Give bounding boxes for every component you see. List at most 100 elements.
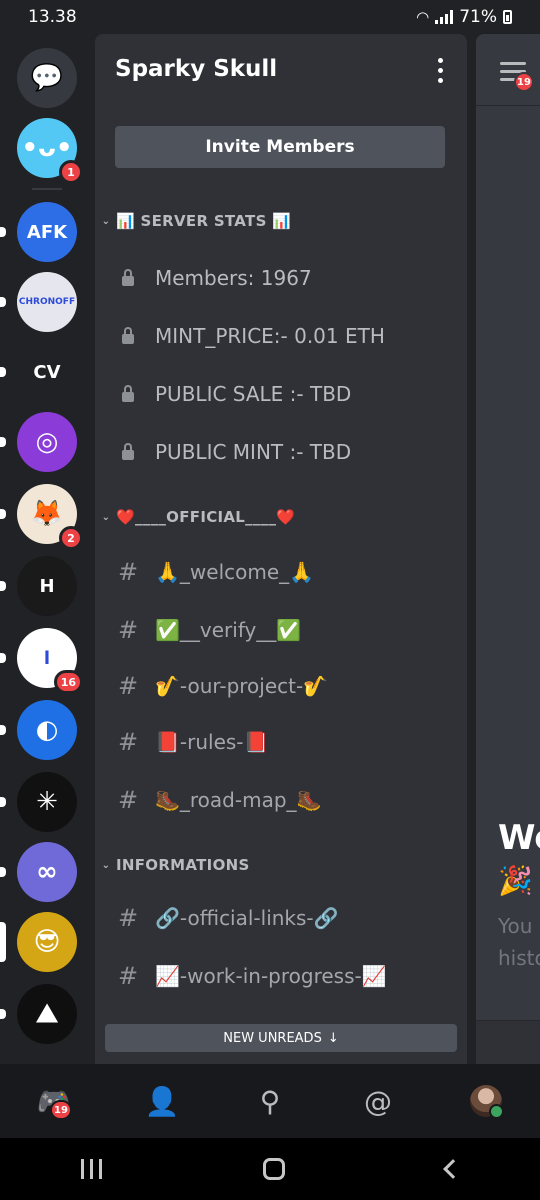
channel-label: 🙏_welcome_🙏	[155, 560, 315, 584]
bottom-tab-bar: 🎮 19 👤 ⚲ @	[0, 1064, 540, 1138]
server-icon-infinity[interactable]: ∞	[17, 842, 77, 902]
category-informations[interactable]: ⌄ INFORMATIONS	[100, 856, 250, 874]
status-bar: 13.38 ◠ 71%	[0, 0, 540, 34]
server-icon-glyph: 🦊	[30, 499, 64, 529]
tab-home[interactable]: 🎮 19	[24, 1076, 84, 1126]
unread-pip	[0, 725, 6, 735]
server-icon-chronoff[interactable]: CHRONOFF	[17, 272, 77, 332]
home-badge: 19	[50, 1100, 72, 1120]
server-icon-blue-ring[interactable]: ◐	[17, 700, 77, 760]
tab-friends[interactable]: 👤	[132, 1076, 192, 1126]
invite-members-button[interactable]: Invite Members	[115, 126, 445, 168]
server-icon-glyph: l	[43, 647, 51, 669]
search-icon: ⚲	[259, 1084, 281, 1118]
server-icon-globe[interactable]: ◎	[17, 412, 77, 472]
channel-official-links[interactable]: # 🔗-official-links-🔗	[115, 904, 339, 932]
lock-icon	[115, 443, 141, 460]
channel-label: MINT_PRICE:- 0.01 ETH	[155, 324, 385, 348]
server-icon-yellow-avatar[interactable]: 😎	[17, 912, 77, 972]
back-icon[interactable]	[442, 1159, 463, 1179]
server-icon-star-seal[interactable]: ✳	[17, 772, 77, 832]
channel-panel: Sparky Skull Invite Members ⌄ 📊 SERVER S…	[95, 34, 467, 1064]
server-menu-icon[interactable]	[438, 58, 443, 83]
lock-icon	[115, 385, 141, 402]
mention-badge: 16	[53, 670, 83, 694]
category-server-stats[interactable]: ⌄ 📊 SERVER STATS 📊	[100, 212, 291, 230]
tab-profile[interactable]	[456, 1076, 516, 1126]
category-official[interactable]: ⌄ ❤️____OFFICIAL____❤️	[100, 508, 295, 526]
channel-label: 📈-work-in-progress-📈	[155, 964, 387, 988]
signal-icon	[435, 10, 454, 24]
channel-label: 🔗-official-links-🔗	[155, 906, 339, 930]
battery-icon	[503, 10, 512, 24]
wifi-icon: ◠	[416, 8, 430, 26]
server-icon-glyph: H	[39, 575, 55, 597]
server-icon-direct-messages[interactable]: 💬	[17, 48, 77, 108]
channel-public-sale[interactable]: PUBLIC SALE :- TBD	[115, 382, 351, 406]
channel-our-project[interactable]: # 🎷-our-project-🎷	[115, 672, 328, 700]
lock-icon	[115, 327, 141, 344]
chevron-down-icon: ⌄	[101, 215, 111, 227]
server-icon-fox[interactable]: 🦊 2	[17, 484, 83, 550]
category-label: INFORMATIONS	[116, 856, 250, 874]
server-icon-glyph: 😎	[33, 927, 61, 957]
server-icon-glyph: •ᴗ•	[21, 133, 73, 163]
hash-lock-icon: #	[117, 786, 139, 814]
unread-pip	[0, 367, 6, 377]
chat-peek: 19 We 🎉 You histo	[476, 34, 540, 1064]
friends-icon: 👤	[144, 1084, 180, 1118]
server-icon-glyph: CHRONOFF	[18, 297, 76, 307]
category-label: ❤️____OFFICIAL____❤️	[116, 508, 296, 526]
hash-icon: #	[117, 904, 139, 932]
recent-apps-icon[interactable]	[80, 1159, 102, 1179]
system-nav-bar	[0, 1138, 540, 1200]
server-icon-mountain[interactable]: ⛰	[17, 984, 77, 1044]
chat-header: 19	[476, 34, 540, 106]
welcome-text-line2: histo	[498, 946, 540, 970]
server-icon-h-logo[interactable]: H	[17, 556, 77, 616]
server-icon-glyph: CV	[33, 361, 61, 383]
lock-icon	[115, 269, 141, 286]
hash-icon: #	[117, 672, 139, 700]
arrow-down-icon: ↓	[327, 1030, 339, 1046]
hash-icon: #	[117, 728, 139, 756]
channel-welcome[interactable]: # 🙏_welcome_🙏	[115, 558, 314, 586]
channel-mint-price[interactable]: MINT_PRICE:- 0.01 ETH	[115, 324, 385, 348]
unread-badge: 19	[514, 72, 534, 92]
server-name[interactable]: Sparky Skull	[115, 56, 277, 82]
server-icon-glyph: ⛰	[36, 998, 58, 1029]
channel-work-in-progress[interactable]: # 📈-work-in-progress-📈	[115, 962, 387, 990]
unread-pip	[0, 867, 6, 877]
channel-members[interactable]: Members: 1967	[115, 266, 312, 290]
unread-pip	[0, 509, 6, 519]
unread-pip	[0, 653, 6, 663]
tab-search[interactable]: ⚲	[240, 1076, 300, 1126]
server-icon-glyph: ✳	[36, 787, 58, 817]
channel-label: 🎷-our-project-🎷	[155, 674, 329, 698]
unread-pip	[0, 437, 6, 447]
server-icon-home-bot[interactable]: •ᴗ• 1	[17, 118, 83, 184]
mention-icon: @	[364, 1084, 392, 1118]
server-icon-glyph: AFK	[26, 221, 68, 243]
channel-road-map[interactable]: # 🥾_road-map_🥾	[115, 786, 322, 814]
unread-pip	[0, 922, 6, 962]
welcome-text-line1: You	[498, 914, 533, 938]
channel-public-mint[interactable]: PUBLIC MINT :- TBD	[115, 440, 351, 464]
channel-label: 📕-rules-📕	[155, 730, 269, 754]
channel-label: Members: 1967	[155, 266, 312, 290]
party-emoji: 🎉	[498, 864, 533, 897]
chevron-down-icon: ⌄	[101, 511, 111, 523]
mention-badge: 2	[59, 526, 83, 550]
server-icon-afk[interactable]: AFK	[17, 202, 77, 262]
unread-pip	[0, 1009, 6, 1019]
unread-pip	[0, 797, 6, 807]
server-icon-cv[interactable]: CV	[17, 342, 77, 402]
new-unreads-button[interactable]: NEW UNREADS ↓	[105, 1024, 457, 1052]
hash-icon: #	[117, 616, 139, 644]
channel-verify[interactable]: # ✅__verify__✅	[115, 616, 301, 644]
tab-mentions[interactable]: @	[348, 1076, 408, 1126]
home-icon[interactable]	[262, 1158, 285, 1180]
channel-label: PUBLIC MINT :- TBD	[155, 440, 352, 464]
server-icon-l-logo[interactable]: l 16	[17, 628, 83, 694]
channel-rules[interactable]: # 📕-rules-📕	[115, 728, 268, 756]
